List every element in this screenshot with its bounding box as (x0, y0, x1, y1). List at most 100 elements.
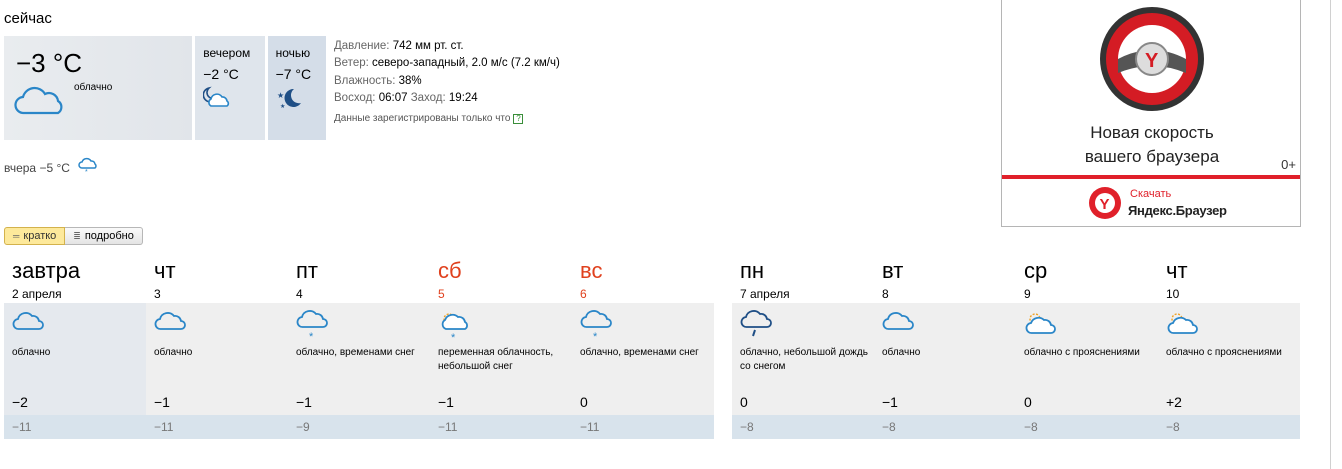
humidity-value: 38% (398, 74, 422, 87)
day-condition: облачно, небольшой дождь со снегом (740, 347, 868, 372)
wind-value: северо-западный, 2.0 м/с (7.2 км/ч) (372, 57, 560, 70)
current-condition: облачно (74, 82, 113, 93)
day-temperature: 0 (1024, 394, 1032, 410)
view-toggle: ═ кратко ≣ подробно (4, 227, 143, 245)
day-temperature: −2 (12, 394, 28, 410)
steering-wheel-logo: Y (1088, 1, 1216, 124)
night-temperature: −11 (580, 420, 600, 434)
forecast-day[interactable]: вс 6 * облачно, временами снег 0 −11 (572, 258, 714, 440)
day-date: 7 апреля (740, 287, 790, 301)
part-evening: вечером −2 °C (195, 36, 265, 140)
snow-cloud-icon: * (296, 310, 328, 347)
current-main: −3 °C облачно (4, 36, 193, 140)
svg-text:*: * (451, 332, 456, 342)
cloud-icon (882, 310, 914, 337)
day-temperature: −1 (154, 394, 170, 410)
night-temperature: −11 (438, 420, 458, 434)
night-temperature: −8 (740, 420, 754, 434)
ad-divider (1002, 175, 1300, 179)
day-name: чт (1166, 258, 1188, 283)
registration-note-text: Данные зарегистрированы только что (334, 113, 511, 124)
day-name: сб (438, 258, 462, 283)
day-date: 5 (438, 287, 445, 301)
forecast-day[interactable]: сб 5 * переменная облачность, небольшой сне… (430, 258, 572, 440)
day-date: 4 (296, 287, 303, 301)
brief-icon: ═ (13, 231, 20, 241)
cloud-icon (14, 86, 66, 121)
forecast-day[interactable]: чт 10 облачно с прояснениями +2 −8 (1158, 258, 1300, 440)
day-temperature: +2 (1166, 394, 1182, 410)
day-name: вт (882, 258, 904, 283)
sunset-label: Заход: (410, 91, 446, 104)
day-temperature: −1 (296, 394, 312, 410)
day-date: 8 (882, 287, 889, 301)
weather-details: Давление: 742 мм рт. ст. Ветер: северо-з… (334, 38, 560, 107)
night-temperature: −8 (1024, 420, 1038, 434)
svg-text:*: * (593, 331, 598, 342)
sunrise-value: 06:07 (378, 91, 408, 104)
svg-text:★: ★ (277, 91, 284, 100)
yandex-browser-icon: Y (1088, 186, 1122, 225)
day-temperature: −1 (438, 394, 454, 410)
snow-cloud-icon: * (580, 310, 612, 347)
forecast-day[interactable]: пт 4 * облачно, временами снег −1 −9 (288, 258, 430, 440)
day-condition: облачно (12, 347, 51, 358)
night-temperature: −8 (882, 420, 896, 434)
day-name: пт (296, 258, 318, 283)
cloud-icon (154, 310, 186, 337)
humidity-label: Влажность: (334, 74, 396, 87)
part-temperature: −7 °C (275, 66, 312, 82)
night-temperature: −11 (154, 420, 174, 434)
cloud-icon (12, 310, 44, 337)
part-temperature: −2 °C (203, 66, 239, 82)
day-name: пн (740, 258, 765, 283)
list-icon: ≣ (73, 230, 81, 241)
day-condition: переменная облачность, небольшой снег (438, 347, 554, 372)
forecast-day[interactable]: завтра 2 апреля облачно −2 −11 (4, 258, 146, 440)
sun-cloud-icon (1024, 310, 1056, 341)
day-condition: облачно, временами снег (296, 347, 415, 358)
detailed-view-button[interactable]: ≣ подробно (65, 227, 143, 245)
registration-note: Данные зарегистрированы только что ? (334, 113, 524, 124)
day-condition: облачно с прояснениями (1166, 347, 1282, 358)
part-name: вечером (203, 46, 251, 60)
forecast-day[interactable]: ср 9 облачно с прояснениями 0 −8 (1016, 258, 1158, 440)
sun-snow-cloud-icon: * (438, 310, 470, 347)
yesterday-text: вчера −5 °C (4, 160, 70, 175)
sunrise-label: Восход: (334, 91, 376, 104)
part-night: ночью −7 °C ★ ★ (267, 36, 326, 140)
forecast-day[interactable]: чт 3 облачно −1 −11 (146, 258, 288, 440)
ad-headline-1: Новая скорость (1090, 123, 1214, 142)
moon-stars-icon: ★ ★ (276, 86, 304, 115)
snow-cloud-icon: * (78, 157, 98, 178)
help-icon[interactable]: ? (513, 113, 524, 124)
forecast-day[interactable]: вт 8 облачно −1 −8 (874, 258, 1016, 440)
day-date: 3 (154, 287, 161, 301)
rain-snow-cloud-icon (740, 310, 772, 347)
pressure-label: Давление: (334, 40, 390, 52)
day-date: 2 апреля (12, 287, 62, 301)
download-link[interactable]: Скачать (1130, 188, 1171, 200)
day-temperature: 0 (580, 394, 588, 410)
day-condition: облачно (882, 347, 921, 358)
now-label: сейчас (4, 10, 52, 27)
part-name: ночью (275, 46, 311, 60)
age-rating: 0+ (1281, 157, 1296, 172)
svg-text:*: * (309, 331, 314, 342)
yesterday-weather: вчера −5 °C * (4, 157, 98, 178)
browser-ad-banner[interactable]: Y Новая скорость вашего браузера 0+ Y Ск… (1001, 0, 1301, 227)
brand-name: Яндекс.Браузер (1128, 203, 1227, 218)
day-condition: облачно с прояснениями (1024, 347, 1140, 358)
day-condition: облачно, временами снег (580, 347, 699, 358)
brief-view-button[interactable]: ═ кратко (4, 227, 66, 245)
day-temperature: 0 (740, 394, 748, 410)
sunset-value: 19:24 (448, 91, 478, 104)
cloud-moon-icon (202, 86, 231, 113)
wind-label: Ветер: (334, 57, 369, 70)
svg-text:★: ★ (280, 103, 285, 110)
page-edge (1330, 0, 1331, 469)
forecast-day[interactable]: пн 7 апреля облачно, небольшой дождь со сн… (732, 258, 874, 440)
night-temperature: −8 (1166, 420, 1180, 434)
forecast: завтра 2 апреля облачно −2 −11 чт 3 облачно −1 −1… (0, 258, 1342, 448)
svg-text:Y: Y (1100, 196, 1110, 213)
